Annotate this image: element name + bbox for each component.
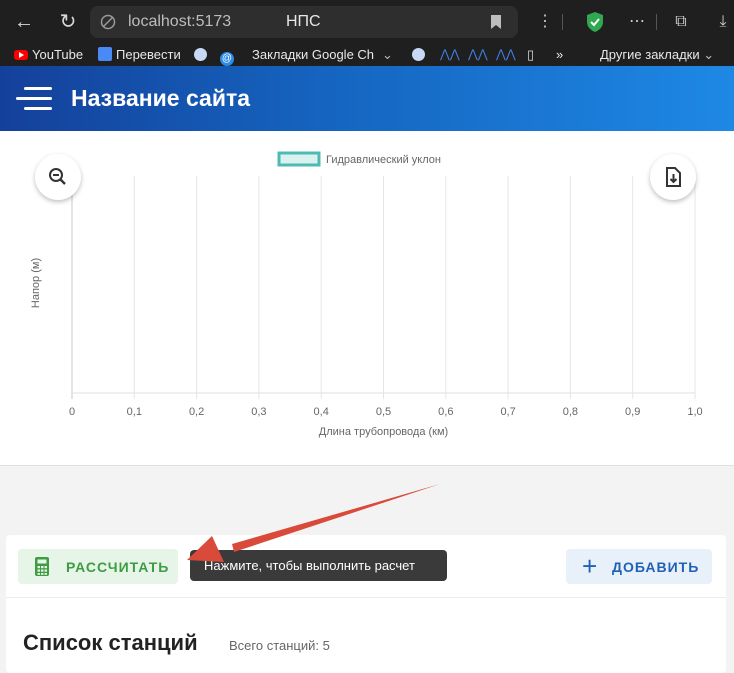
bookmark-translate[interactable]: Перевести xyxy=(98,47,182,62)
y-axis-label: Напор (м) xyxy=(30,258,42,308)
plus-icon: + xyxy=(582,551,599,581)
bookmark-youtube[interactable]: YouTube xyxy=(14,47,83,62)
site-info-icon[interactable] xyxy=(100,14,116,30)
chevron-down-icon[interactable]: ⌄ xyxy=(382,47,393,63)
more-vertical-icon[interactable]: ⋮ xyxy=(534,10,556,34)
tooltip-text: Нажмите, чтобы выполнить расчет xyxy=(204,558,415,573)
youtube-icon xyxy=(14,50,28,60)
mountain-icon[interactable]: ⋀⋀ xyxy=(468,47,488,61)
zoom-button[interactable] xyxy=(35,154,81,200)
translate-icon xyxy=(98,47,112,61)
download-icon[interactable]: ⤓ xyxy=(712,10,734,34)
chevron-down-icon: ⌄ xyxy=(703,47,715,62)
calculate-button[interactable]: РАССЧИТАТЬ xyxy=(18,549,178,584)
x-tick-label: 0,8 xyxy=(563,406,578,418)
menu-icon[interactable] xyxy=(16,87,52,111)
bookmarks-bar: YouTube Перевести @ Закладки Google Ch ⌄… xyxy=(0,44,734,66)
toolbar-divider xyxy=(562,14,563,30)
x-tick-label: 0,1 xyxy=(127,406,142,418)
address-bar[interactable]: localhost:5173 НПС xyxy=(90,6,518,38)
chart-card: 0 0,1 0,2 0,3 0,4 0,5 0,6 0,7 0,8 0,9 1,0 Длина тру… xyxy=(0,131,734,466)
x-tick-label: 0,2 xyxy=(189,406,204,418)
toolbar-divider xyxy=(656,14,657,30)
hydraulic-chart: 0 0,1 0,2 0,3 0,4 0,5 0,6 0,7 0,8 0,9 1,0 Длина тру… xyxy=(30,151,703,438)
back-arrow-icon[interactable]: ← xyxy=(12,10,36,34)
page-icon[interactable]: ▯ xyxy=(527,47,534,63)
bookmark-mail[interactable]: @ xyxy=(220,47,234,66)
site-title: Название сайта xyxy=(71,85,251,111)
x-tick-label: 0,4 xyxy=(314,406,329,418)
edge-icon xyxy=(412,48,425,61)
tab-title: НПС xyxy=(286,13,321,30)
bookmark-other[interactable]: Другие закладки ⌄ xyxy=(600,47,714,63)
bookmark-edge[interactable] xyxy=(194,47,207,62)
extensions-puzzle-icon[interactable]: ⧉ xyxy=(670,10,692,34)
extensions-menu-icon[interactable]: ⋯ xyxy=(626,10,648,34)
x-tick-label: 0,6 xyxy=(438,406,453,418)
bookmark-icon[interactable] xyxy=(490,15,502,29)
more-bookmarks-icon[interactable]: » xyxy=(556,47,563,62)
legend-label: Гидравлический уклон xyxy=(326,154,441,166)
url-text: localhost:5173 xyxy=(128,13,232,30)
x-tick-label: 0 xyxy=(69,406,75,418)
x-tick-label: 1,0 xyxy=(687,406,702,418)
bookmark-folder-google[interactable]: Закладки Google Ch xyxy=(252,47,376,62)
calculate-label: РАССЧИТАТЬ xyxy=(66,559,170,575)
calculator-icon xyxy=(35,557,49,576)
bookmark-label: YouTube xyxy=(32,47,84,62)
stations-count: Всего станций: 5 xyxy=(229,638,330,653)
reload-icon[interactable]: ↻ xyxy=(56,10,80,34)
bookmark-edge-2[interactable] xyxy=(412,47,425,62)
x-tick-label: 0,7 xyxy=(500,406,515,418)
app-header: Название сайта xyxy=(0,66,734,131)
add-station-button[interactable]: + ДОБАВИТЬ xyxy=(566,549,712,584)
export-button[interactable] xyxy=(650,154,696,200)
zoom-out-icon xyxy=(49,168,66,185)
at-icon: @ xyxy=(220,52,234,66)
x-tick-label: 0,9 xyxy=(625,406,640,418)
file-download-icon xyxy=(666,167,681,187)
bookmark-label: Перевести xyxy=(116,47,181,62)
mountain-icon[interactable]: ⋀⋀ xyxy=(496,47,516,61)
x-tick-label: 0,5 xyxy=(376,406,391,418)
x-tick-label: 0,3 xyxy=(251,406,266,418)
stations-title: Список станций xyxy=(23,630,198,655)
divider xyxy=(6,597,726,598)
bookmark-label: Другие закладки xyxy=(600,47,700,62)
mountain-icon[interactable]: ⋀⋀ xyxy=(440,47,460,61)
add-label: ДОБАВИТЬ xyxy=(612,559,700,575)
legend-swatch xyxy=(277,151,321,167)
calculate-tooltip: Нажмите, чтобы выполнить расчет xyxy=(190,550,447,581)
edge-icon xyxy=(194,48,207,61)
bookmark-label: Закладки Google Ch xyxy=(252,47,375,62)
x-axis-label: Длина трубопровода (км) xyxy=(319,426,448,438)
adblock-shield-icon[interactable] xyxy=(585,11,605,33)
browser-toolbar: ← ↻ localhost:5173 НПС ⋮ ⋯ ⧉ ⤓ xyxy=(0,0,734,44)
